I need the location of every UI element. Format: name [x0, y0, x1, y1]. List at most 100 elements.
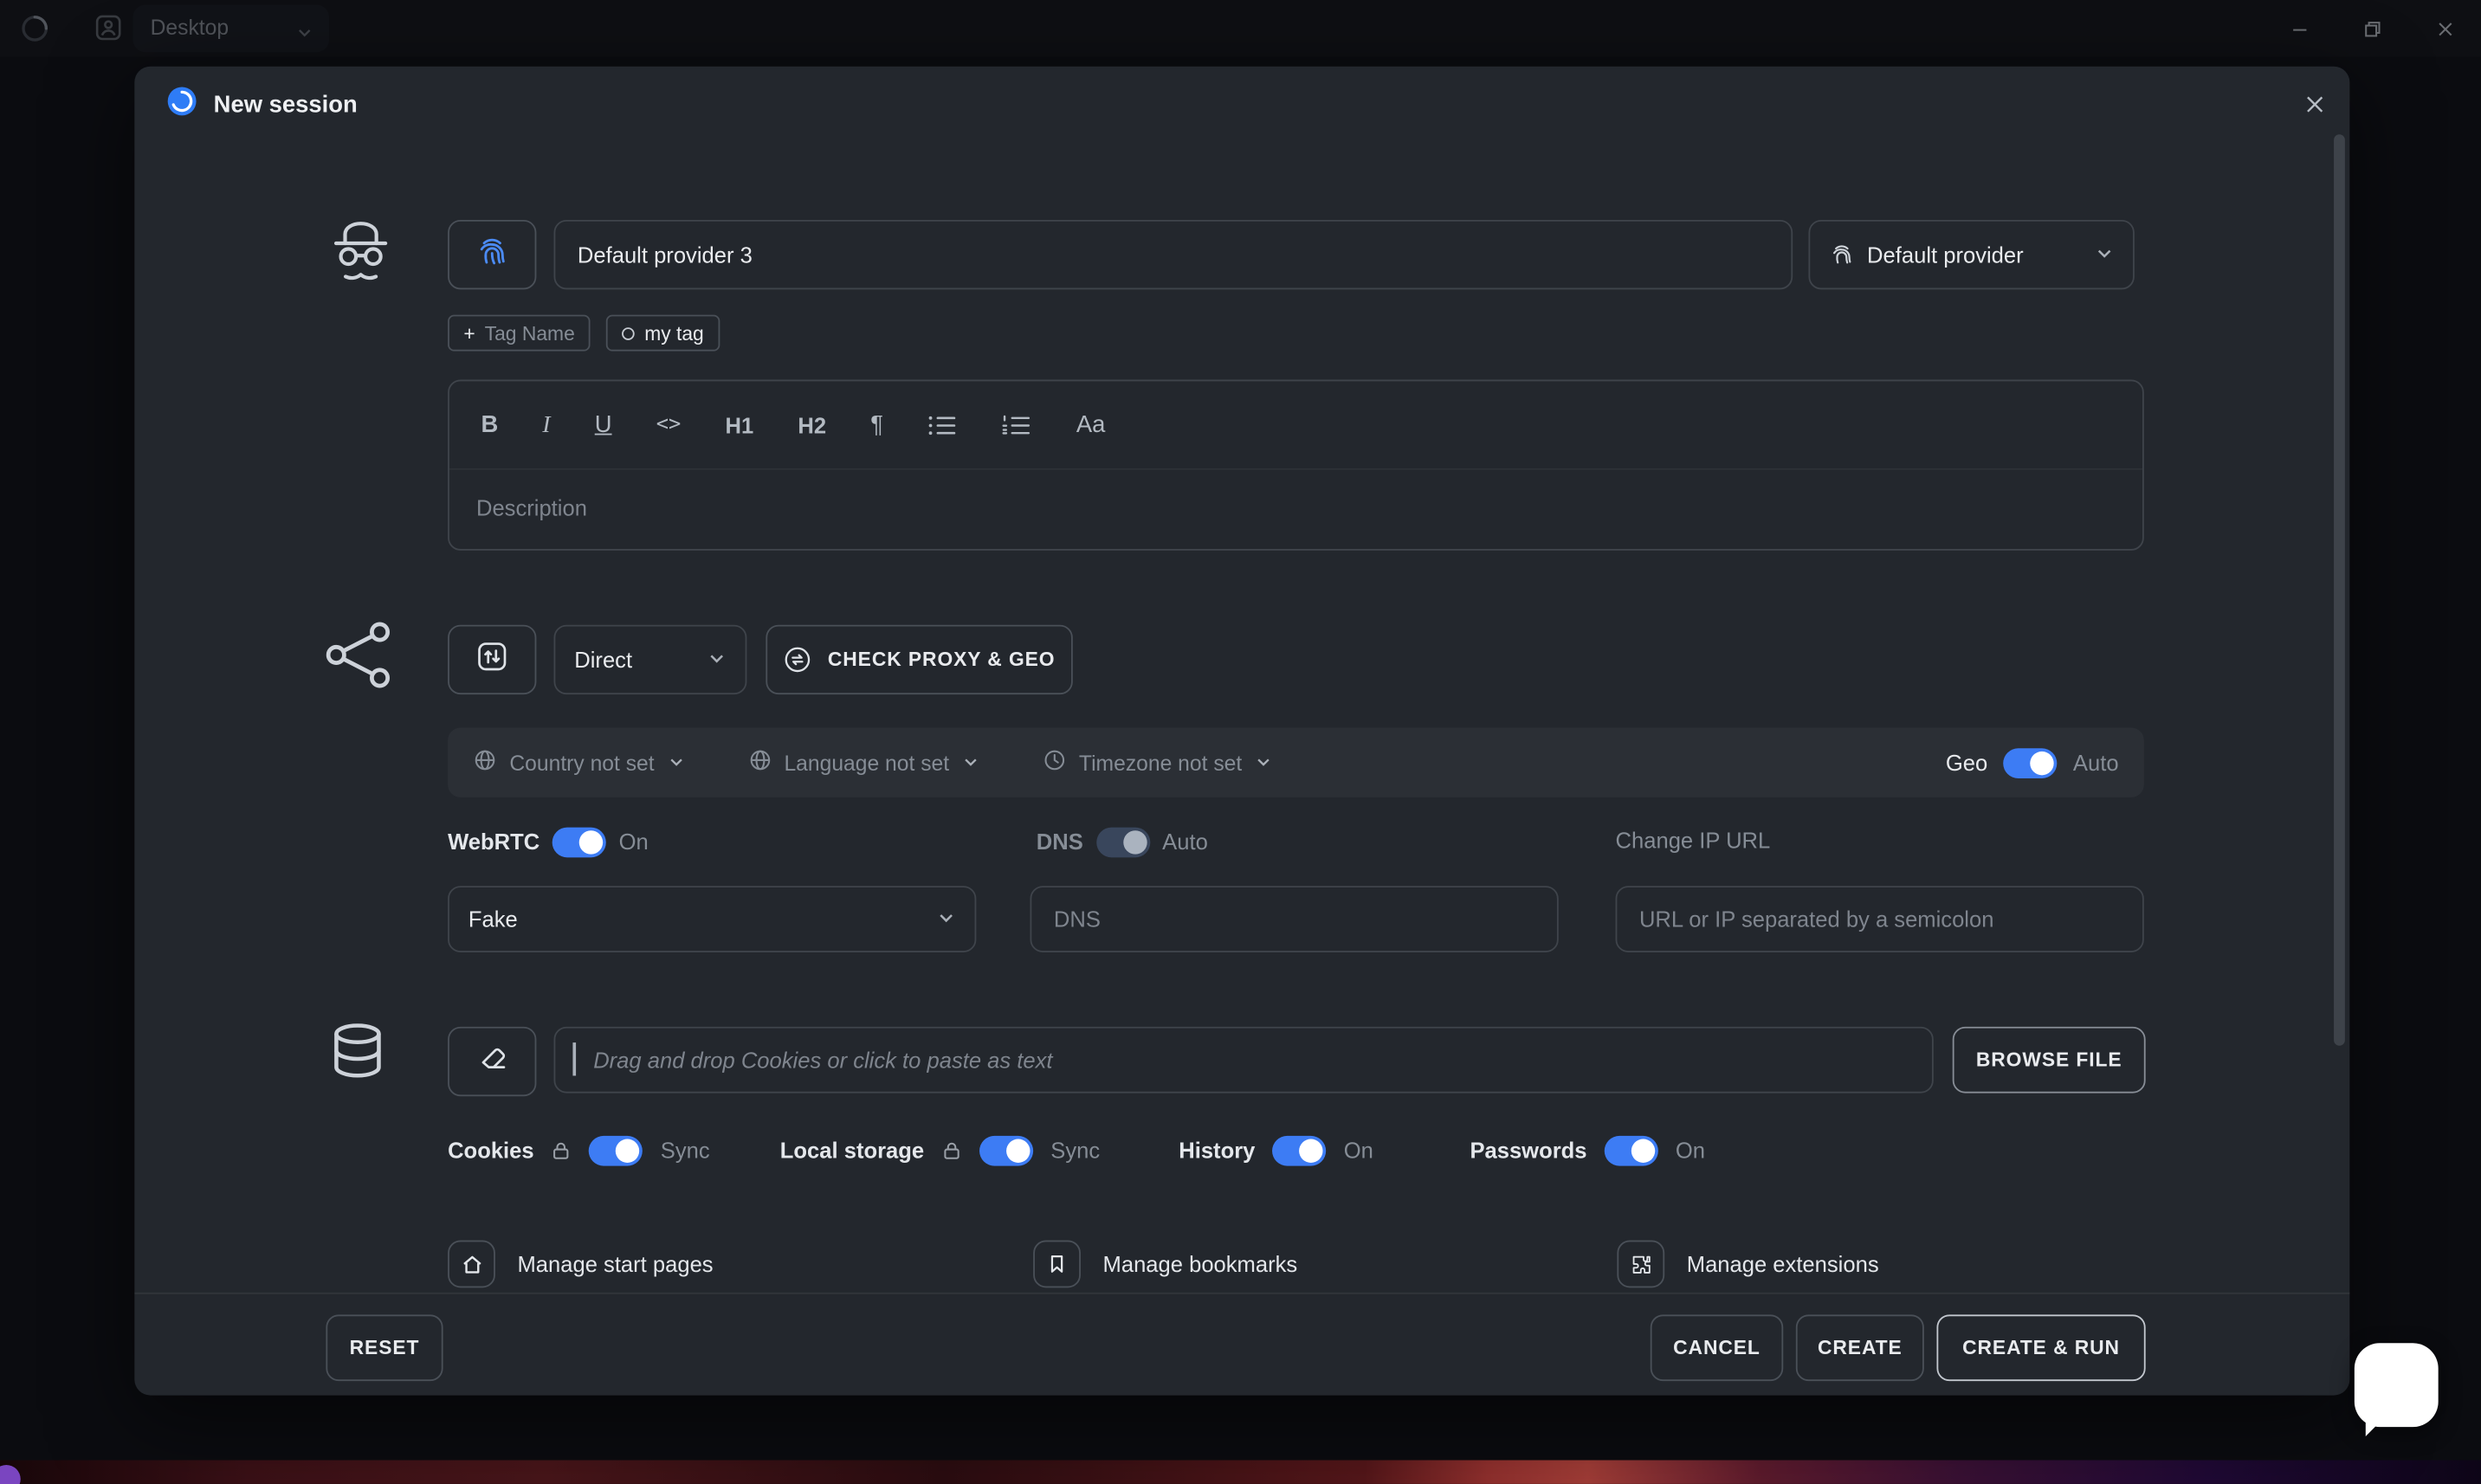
bottom-gradient-strip — [0, 1460, 2481, 1483]
session-icon — [166, 86, 198, 126]
underline-button[interactable]: U — [595, 409, 612, 441]
code-button[interactable]: <> — [656, 409, 682, 441]
add-tag-chip[interactable]: + Tag Name — [448, 315, 591, 352]
description-editor[interactable]: B I U <> H1 H2 ¶ — [448, 380, 2144, 551]
language-label: Language not set — [784, 751, 949, 774]
description-placeholder: Description — [476, 495, 2142, 520]
tag-chip[interactable]: my tag — [606, 315, 720, 352]
manage-extensions-label: Manage extensions — [1687, 1251, 1879, 1276]
create-and-run-button[interactable]: CREATE & RUN — [1936, 1314, 2145, 1381]
network-icon — [321, 617, 397, 701]
home-icon — [448, 1241, 495, 1288]
create-and-run-label: CREATE & RUN — [1962, 1337, 2120, 1359]
reset-button[interactable]: RESET — [326, 1314, 443, 1381]
fingerprint-icon — [475, 234, 509, 276]
lock-icon — [941, 1139, 962, 1160]
chevron-down-icon — [667, 751, 684, 774]
eraser-icon — [475, 1041, 508, 1082]
fingerprint-button[interactable] — [448, 220, 536, 289]
database-icon — [321, 1016, 394, 1100]
italic-button[interactable]: I — [542, 409, 550, 441]
check-proxy-geo-label: CHECK PROXY & GEO — [828, 648, 1056, 671]
webrtc-mode-label: Fake — [468, 907, 924, 932]
language-select[interactable]: Language not set — [747, 748, 979, 777]
ordered-list-icon[interactable] — [1002, 414, 1032, 436]
chevron-down-icon — [937, 907, 956, 932]
bullet-list-icon[interactable] — [927, 414, 958, 436]
app-window: Desktop New session — [0, 0, 2481, 1484]
chat-widget[interactable] — [2355, 1343, 2439, 1427]
paragraph-button[interactable]: ¶ — [870, 409, 883, 441]
dns-input[interactable] — [1030, 886, 1558, 952]
clear-cookies-button[interactable] — [448, 1027, 536, 1096]
fingerprint-icon — [1829, 242, 1854, 268]
transfer-icon — [475, 638, 509, 681]
proxy-settings-button[interactable] — [448, 625, 536, 694]
local-storage-sync-toggle[interactable] — [979, 1135, 1033, 1165]
create-button[interactable]: CREATE — [1796, 1314, 1924, 1381]
dns-toggle[interactable] — [1095, 827, 1149, 857]
cookies-drop-zone — [554, 1027, 1934, 1094]
heading1-button[interactable]: H1 — [725, 409, 753, 441]
fontcase-button[interactable]: Aa — [1076, 409, 1106, 441]
modal-scrollbar[interactable] — [2334, 134, 2345, 1045]
cancel-button[interactable]: CANCEL — [1651, 1314, 1783, 1381]
geo-toggle[interactable] — [2004, 747, 2058, 777]
proxy-type-label: Direct — [574, 647, 695, 672]
lock-icon — [552, 1139, 572, 1160]
heading2-button[interactable]: H2 — [798, 409, 826, 441]
proxy-type-select[interactable]: Direct — [554, 625, 747, 694]
profile-name-input[interactable] — [554, 220, 1793, 289]
passwords-label: Passwords — [1470, 1138, 1586, 1163]
country-label: Country not set — [509, 751, 654, 774]
add-tag-placeholder: Tag Name — [485, 322, 575, 345]
dns-label: DNS — [1037, 829, 1083, 854]
geo-label: Geo — [1946, 750, 1987, 775]
reset-label: RESET — [350, 1337, 420, 1359]
history-value: On — [1344, 1138, 1373, 1163]
browse-file-label: BROWSE FILE — [1976, 1048, 2122, 1071]
passwords-toggle[interactable] — [1605, 1135, 1658, 1165]
local-storage-label: Local storage — [780, 1138, 924, 1163]
footer-divider — [134, 1293, 2349, 1294]
chevron-down-icon — [707, 647, 727, 672]
provider-select[interactable]: Default provider — [1808, 220, 2134, 289]
cookies-sync-toggle[interactable] — [590, 1135, 643, 1165]
webrtc-mode-select[interactable]: Fake — [448, 886, 976, 952]
check-proxy-geo-button[interactable]: CHECK PROXY & GEO — [766, 625, 1072, 694]
local-storage-value: Sync — [1050, 1138, 1100, 1163]
bold-button[interactable]: B — [481, 409, 498, 441]
cookies-value: Sync — [661, 1138, 710, 1163]
modal-title: New session — [214, 92, 358, 119]
cookies-drop-input[interactable] — [554, 1027, 1934, 1094]
chevron-down-icon — [2095, 242, 2114, 268]
geo-value: Auto — [2073, 750, 2119, 775]
change-ip-label: Change IP URL — [1616, 828, 1771, 853]
clock-icon — [1043, 748, 1066, 777]
manage-start-pages-button[interactable]: Manage start pages — [448, 1241, 714, 1288]
webrtc-value: On — [619, 829, 649, 854]
globe-icon — [747, 748, 771, 777]
geo-bar: Country not set Language not set Timezon — [448, 727, 2144, 797]
modal-close-button[interactable] — [2299, 88, 2331, 120]
manage-bookmarks-label: Manage bookmarks — [1103, 1251, 1298, 1276]
provider-label: Default provider — [1867, 242, 2082, 268]
timezone-select[interactable]: Timezone not set — [1043, 748, 1272, 777]
dns-value: Auto — [1162, 829, 1208, 854]
country-select[interactable]: Country not set — [473, 748, 684, 777]
spy-icon — [321, 209, 400, 302]
editor-toolbar: B I U <> H1 H2 ¶ — [449, 381, 2142, 469]
globe-icon — [473, 748, 496, 777]
plus-icon: + — [463, 322, 475, 345]
webrtc-label: WebRTC — [448, 829, 539, 854]
browse-file-button[interactable]: BROWSE FILE — [1953, 1027, 2146, 1094]
manage-bookmarks-button[interactable]: Manage bookmarks — [1033, 1241, 1297, 1288]
change-ip-input[interactable] — [1616, 886, 2144, 952]
manage-extensions-button[interactable]: Manage extensions — [1617, 1241, 1878, 1288]
cancel-label: CANCEL — [1673, 1337, 1761, 1359]
text-caret — [572, 1042, 576, 1075]
history-toggle[interactable] — [1272, 1135, 1326, 1165]
tag-circle-icon — [623, 326, 636, 339]
manage-start-pages-label: Manage start pages — [517, 1251, 713, 1276]
webrtc-toggle[interactable] — [552, 827, 606, 857]
